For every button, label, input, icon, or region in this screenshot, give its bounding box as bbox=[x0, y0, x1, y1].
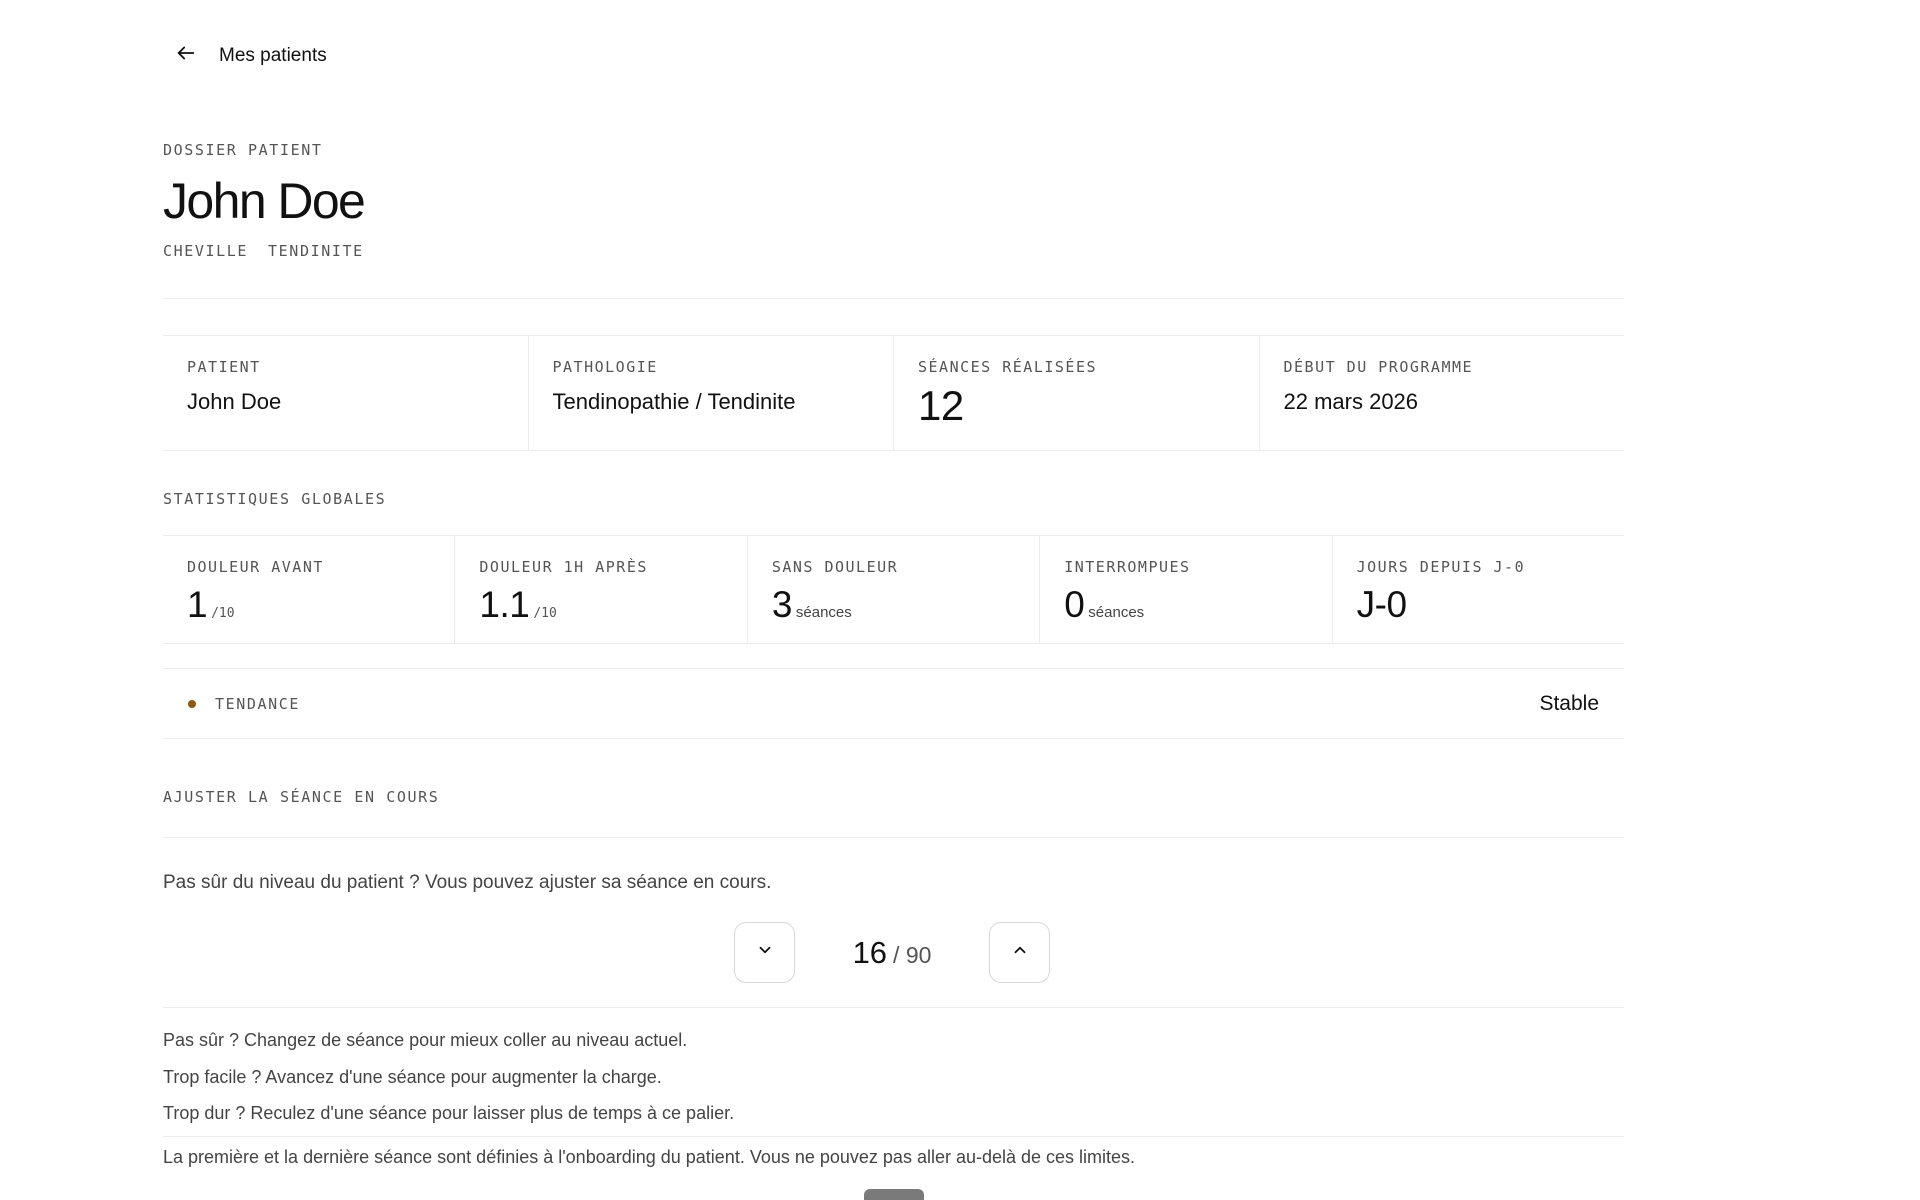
chevron-up-icon bbox=[1011, 941, 1029, 964]
arrow-left-icon bbox=[175, 42, 197, 69]
stat-label: DOULEUR 1H APRÈS bbox=[479, 558, 648, 576]
divider bbox=[163, 1136, 1624, 1137]
trend-label: TENDANCE bbox=[215, 694, 301, 713]
stat-unit: séances bbox=[1088, 604, 1145, 621]
stat-label: JOURS DEPUIS J-0 bbox=[1356, 558, 1526, 576]
info-start-value: 22 mars 2026 bbox=[1283, 389, 1419, 414]
stat-number: 0 bbox=[1064, 584, 1085, 625]
tag-body-part: CHEVILLE bbox=[163, 242, 249, 260]
session-stepper: 16 / 90 bbox=[734, 922, 1050, 983]
stat-pain-before: DOULEUR AVANT 1 /10 bbox=[163, 536, 454, 643]
stat-unit: /10 bbox=[533, 606, 557, 621]
info-start: DÉBUT DU PROGRAMME 22 mars 2026 bbox=[1258, 336, 1625, 450]
divider bbox=[163, 1007, 1624, 1008]
stat-unit: /10 bbox=[211, 606, 235, 621]
stat-number: 1.1 bbox=[479, 584, 530, 625]
divider bbox=[163, 298, 1624, 299]
back-link[interactable]: Mes patients bbox=[175, 42, 327, 69]
chevron-down-icon bbox=[756, 941, 774, 964]
back-link-label: Mes patients bbox=[219, 44, 327, 66]
tag-condition: TENDINITE bbox=[268, 242, 364, 260]
info-sessions-value: 12 bbox=[918, 382, 964, 429]
stats-section-label: STATISTIQUES GLOBALES bbox=[163, 490, 387, 508]
help-line: Trop dur ? Reculez d'une séance pour lai… bbox=[163, 1103, 735, 1123]
patient-tags: CHEVILLE TENDINITE bbox=[163, 242, 364, 260]
info-pathology-value: Tendinopathie / Tendinite bbox=[552, 389, 796, 414]
info-pathology-label: PATHOLOGIE bbox=[552, 358, 658, 376]
total-sessions: / 90 bbox=[893, 941, 932, 968]
stat-days-since: JOURS DEPUIS J-0 J-0 bbox=[1331, 536, 1624, 643]
info-sessions-label: SÉANCES RÉALISÉES bbox=[918, 358, 1098, 376]
info-sessions: SÉANCES RÉALISÉES 12 bbox=[893, 336, 1259, 450]
stat-interrupted: INTERROMPUES 0 séances bbox=[1039, 536, 1331, 643]
stat-label: DOULEUR AVANT bbox=[187, 558, 324, 576]
info-patient-value: John Doe bbox=[187, 389, 282, 414]
help-line: Pas sûr ? Changez de séance pour mieux c… bbox=[163, 1030, 688, 1050]
info-patient-label: PATIENT bbox=[187, 358, 261, 376]
stat-label: INTERROMPUES bbox=[1064, 558, 1191, 576]
stat-number: 3 bbox=[771, 584, 793, 625]
stat-number: J-0 bbox=[1356, 584, 1407, 625]
info-pathology: PATHOLOGIE Tendinopathie / Tendinite bbox=[527, 336, 894, 450]
stat-unit: séances bbox=[795, 604, 852, 621]
trend-value: Stable bbox=[1539, 691, 1599, 715]
info-patient: PATIENT John Doe bbox=[163, 336, 528, 450]
adjust-intro: Pas sûr du niveau du patient ? Vous pouv… bbox=[163, 872, 772, 893]
session-counter: 16 / 90 bbox=[795, 935, 989, 971]
stats-grid: DOULEUR AVANT 1 /10 DOULEUR 1H APRÈS 1.1… bbox=[163, 535, 1624, 644]
decrement-session-button[interactable] bbox=[734, 922, 795, 983]
stat-number: 1 bbox=[187, 584, 208, 625]
limits-note: La première et la dernière séance sont d… bbox=[163, 1147, 1136, 1167]
trend-dot bbox=[188, 699, 196, 708]
divider bbox=[163, 837, 1624, 838]
increment-session-button[interactable] bbox=[989, 922, 1050, 983]
info-start-label: DÉBUT DU PROGRAMME bbox=[1283, 358, 1474, 376]
adjust-section-label: AJUSTER LA SÉANCE EN COURS bbox=[163, 788, 440, 806]
stat-label: SANS DOULEUR bbox=[771, 558, 899, 576]
sheet-drag-handle[interactable] bbox=[864, 1189, 924, 1200]
stat-pain-free: SANS DOULEUR 3 séances bbox=[746, 536, 1039, 643]
page-title: John Doe bbox=[163, 173, 366, 229]
trend-row: TENDANCE Stable bbox=[163, 668, 1624, 739]
patient-info-grid: PATIENT John Doe PATHOLOGIE Tendinopathi… bbox=[163, 335, 1624, 451]
help-line: Trop facile ? Avancez d'une séance pour … bbox=[163, 1067, 662, 1087]
page-eyebrow: DOSSIER PATIENT bbox=[163, 141, 323, 159]
current-session: 16 bbox=[852, 934, 888, 970]
stat-pain-after: DOULEUR 1H APRÈS 1.1 /10 bbox=[454, 536, 746, 643]
